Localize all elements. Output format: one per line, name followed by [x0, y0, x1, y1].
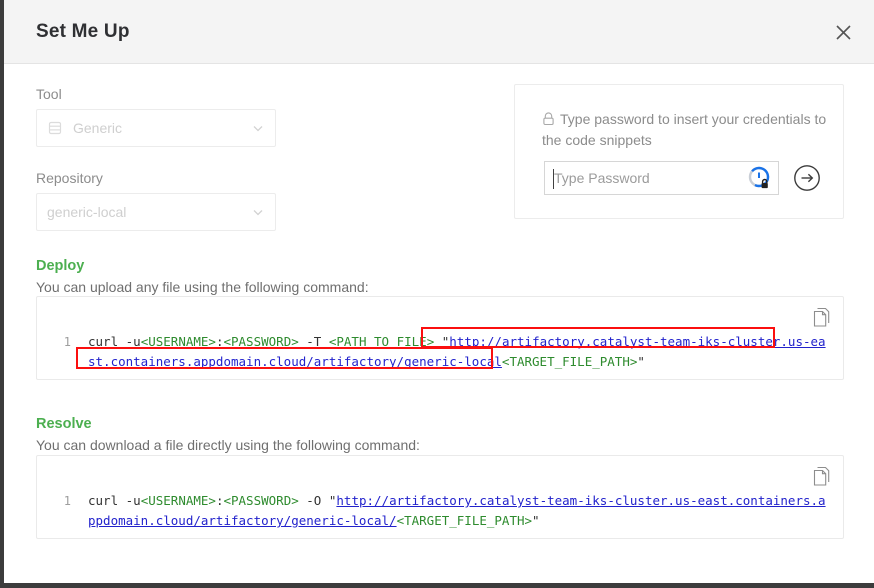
repository-select-value: generic-local [47, 204, 127, 220]
submit-password-button[interactable] [793, 164, 821, 192]
chevron-down-icon [253, 210, 263, 216]
tool-select[interactable]: Generic [36, 109, 276, 147]
repository-select[interactable]: generic-local [36, 193, 276, 231]
code-token-placeholder: <TARGET_FILE_PATH> [396, 513, 533, 528]
code-token-placeholder: <PASSWORD> [223, 334, 299, 349]
resolve-code-line: 1 curl -u<USERNAME>:<PASSWORD> -O "http:… [37, 491, 845, 531]
code-token-plain: -T [298, 334, 329, 349]
password-manager-lock-icon[interactable] [748, 166, 772, 190]
code-token-placeholder: <PASSWORD> [223, 493, 299, 508]
code-token-plain: curl -u [88, 334, 141, 349]
code-token-plain: " [637, 354, 645, 369]
dialog-body: Tool Generic Repository generic-local Ty… [4, 65, 874, 583]
copy-icon[interactable] [811, 306, 831, 328]
resolve-code-block: 1 curl -u<USERNAME>:<PASSWORD> -O "http:… [36, 455, 844, 539]
code-token-plain: -O " [298, 493, 337, 508]
close-icon [835, 24, 851, 40]
code-token-placeholder: <USERNAME> [140, 493, 216, 508]
password-placeholder: Type Password [554, 170, 650, 186]
deploy-code-block: 1 curl -u<USERNAME>:<PASSWORD> -T <PATH_… [36, 296, 844, 380]
repository-label: Repository [36, 170, 103, 186]
password-input[interactable]: Type Password [544, 161, 779, 195]
database-icon [48, 121, 62, 135]
code-token-plain: " [434, 334, 450, 349]
tool-select-value: Generic [73, 120, 123, 136]
resolve-section-description: You can download a file directly using t… [36, 437, 420, 453]
window-bottom-edge [0, 583, 874, 588]
resolve-section-title: Resolve [36, 416, 92, 432]
code-token-placeholder: <TARGET_FILE_PATH> [501, 354, 638, 369]
deploy-command-text[interactable]: curl -u<USERNAME>:<PASSWORD> -T <PATH_TO… [71, 332, 845, 372]
chevron-down-icon [253, 126, 263, 132]
code-token-placeholder: <PATH_TO_FILE> [328, 334, 435, 349]
set-me-up-dialog: Set Me Up Tool Generic Repository generi… [0, 0, 874, 588]
code-token-plain: curl -u [88, 493, 141, 508]
close-button[interactable] [826, 15, 860, 49]
code-token-placeholder: <USERNAME> [140, 334, 216, 349]
tool-label: Tool [36, 86, 62, 102]
deploy-code-line: 1 curl -u<USERNAME>:<PASSWORD> -T <PATH_… [37, 332, 845, 372]
credentials-hint: Type password to insert your credentials… [542, 109, 827, 151]
line-number: 1 [63, 335, 71, 349]
text-caret [553, 169, 554, 189]
copy-icon[interactable] [811, 465, 831, 487]
credentials-panel: Type password to insert your credentials… [514, 84, 844, 219]
deploy-section-description: You can upload any file using the follow… [36, 279, 369, 295]
password-row: Type Password [544, 161, 821, 195]
resolve-command-text[interactable]: curl -u<USERNAME>:<PASSWORD> -O "http://… [71, 491, 845, 531]
credentials-hint-text: Type password to insert your credentials… [542, 111, 827, 148]
line-number: 1 [63, 494, 71, 508]
code-token-plain: " [532, 513, 540, 528]
dialog-header: Set Me Up [4, 0, 874, 64]
lock-icon [543, 112, 554, 126]
page-title: Set Me Up [36, 21, 130, 42]
deploy-section-title: Deploy [36, 258, 85, 274]
